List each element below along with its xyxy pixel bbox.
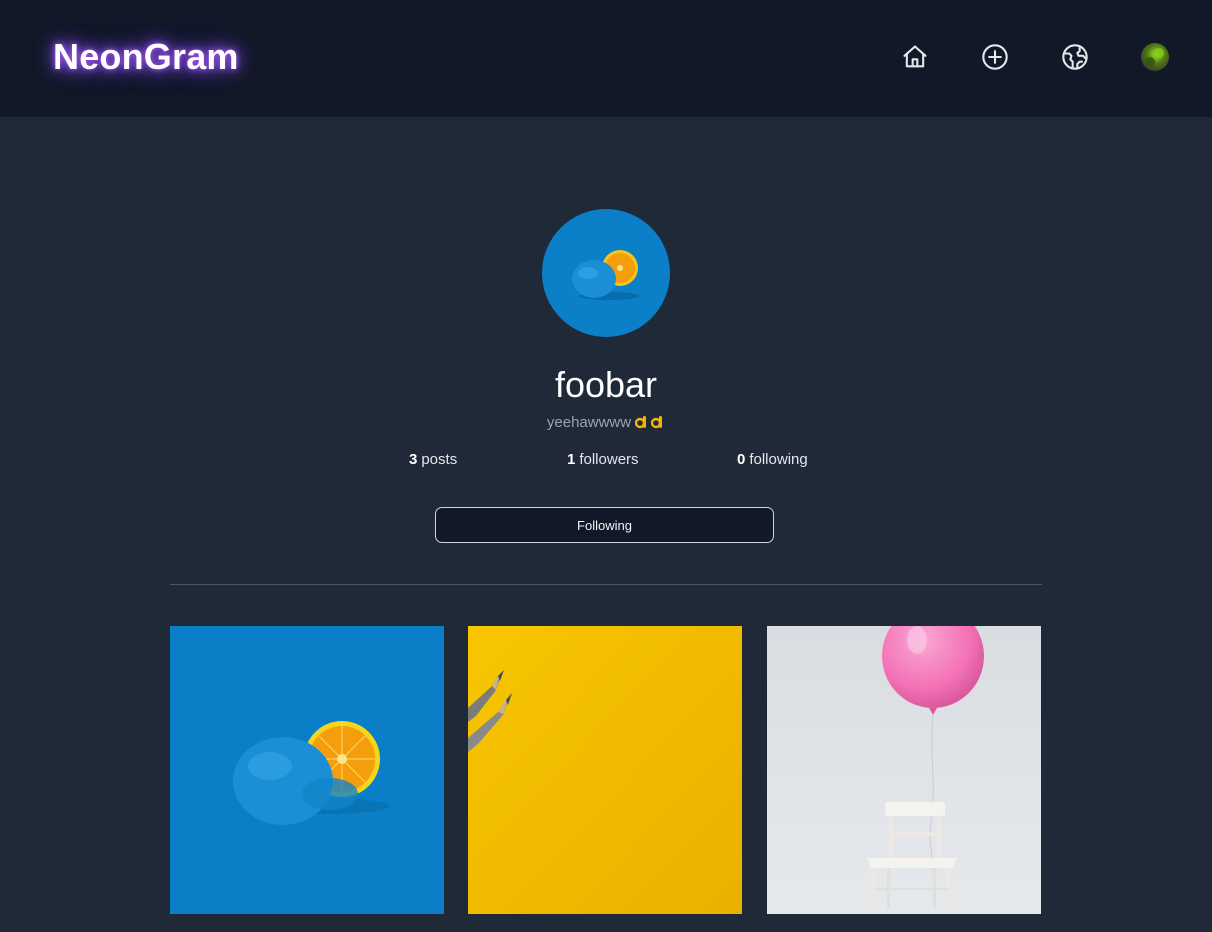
- home-button[interactable]: [900, 40, 930, 74]
- posts-stat: 3 posts: [409, 451, 457, 468]
- top-navigation-bar: NeonGram: [0, 0, 1212, 117]
- avatar[interactable]: [1141, 43, 1169, 71]
- new-post-button[interactable]: [980, 40, 1010, 74]
- plus-circle-icon: [982, 44, 1008, 70]
- globe-icon: [1062, 44, 1088, 70]
- posts-label: posts: [421, 451, 458, 468]
- divider: [170, 584, 1042, 585]
- following-button[interactable]: Following: [435, 507, 774, 543]
- profile-bio-text: yeehawwww: [546, 414, 632, 431]
- post-image: [468, 626, 742, 914]
- following-label: following: [749, 451, 808, 468]
- followers-label: followers: [579, 451, 639, 468]
- profile-avatar: [542, 209, 670, 337]
- followers-count: 1: [567, 451, 576, 468]
- post-blue-orange[interactable]: [170, 626, 444, 914]
- explore-button[interactable]: [1060, 40, 1090, 74]
- post-balloon-chair[interactable]: [767, 626, 1041, 914]
- post-image: [767, 626, 1041, 914]
- avatar-image: [1141, 43, 1169, 71]
- following-count: 0: [737, 451, 746, 468]
- following-stat[interactable]: 0 following: [737, 451, 808, 468]
- profile-avatar-image: [542, 209, 670, 337]
- post-yellow-pencils[interactable]: [468, 626, 742, 914]
- home-icon: [903, 45, 927, 68]
- profile-bio: yeehawwww: [0, 414, 1212, 434]
- followers-stat[interactable]: 1 followers: [567, 451, 639, 468]
- profile-username: foobar: [554, 364, 658, 405]
- ok-hand-icon: [634, 414, 649, 434]
- ok-hand-icon: [650, 414, 665, 434]
- post-image: [170, 626, 444, 914]
- posts-count: 3: [409, 451, 418, 468]
- app-logo[interactable]: NeonGram: [53, 36, 239, 78]
